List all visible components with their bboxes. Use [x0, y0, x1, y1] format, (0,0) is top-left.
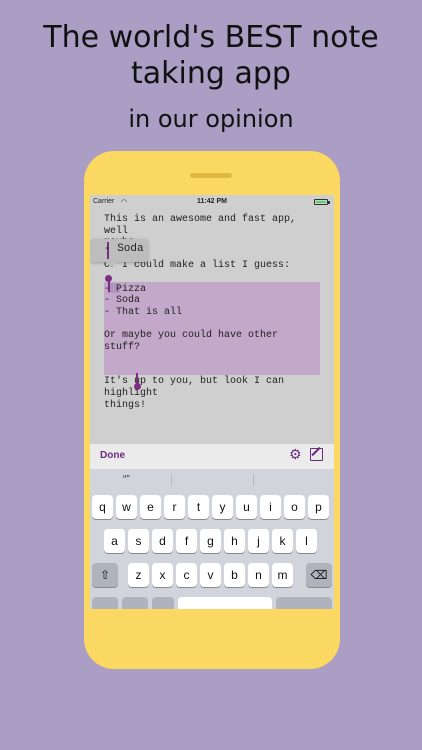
key-v[interactable]: v: [200, 563, 221, 587]
key-k[interactable]: k: [272, 529, 293, 553]
key-z[interactable]: z: [128, 563, 149, 587]
key-e[interactable]: e: [140, 495, 161, 519]
delete-key[interactable]: ⌫: [306, 563, 332, 587]
numbers-key[interactable]: [92, 597, 118, 609]
key-n[interactable]: n: [248, 563, 269, 587]
key-l[interactable]: l: [296, 529, 317, 553]
mic-key[interactable]: [152, 597, 174, 609]
note-line: - Pizza: [104, 283, 147, 295]
gear-icon[interactable]: ⚙: [289, 447, 302, 463]
key-i[interactable]: i: [260, 495, 281, 519]
phone-speaker: [190, 173, 232, 178]
done-button[interactable]: Done: [100, 450, 125, 461]
promo-headline-line1: The world's BEST note: [43, 20, 379, 55]
key-j[interactable]: j: [248, 529, 269, 553]
note-line: This is an awesome and fast app, well: [104, 214, 303, 237]
promo-headline-line2: taking app: [131, 56, 291, 91]
status-bar: Carrier ◠ 11:42 PM: [90, 195, 334, 209]
key-p[interactable]: p: [308, 495, 329, 519]
suggestion-divider: [171, 474, 172, 486]
key-q[interactable]: q: [92, 495, 113, 519]
key-a[interactable]: a: [104, 529, 125, 553]
key-m[interactable]: m: [272, 563, 293, 587]
promo-subheadline: in our opinion: [128, 105, 294, 133]
shift-key[interactable]: ⇧: [92, 563, 118, 587]
note-line: [104, 272, 320, 284]
key-h[interactable]: h: [224, 529, 245, 553]
key-f[interactable]: f: [176, 529, 197, 553]
key-r[interactable]: r: [164, 495, 185, 519]
key-u[interactable]: u: [236, 495, 257, 519]
phone-frame: Carrier ◠ 11:42 PM This is an awesome an…: [84, 151, 340, 669]
keyboard: “” q w e r t y u i o p a s d f g h j k l: [90, 469, 334, 609]
compose-icon[interactable]: [310, 448, 323, 461]
promo-headline: The world's BEST note taking app: [0, 20, 422, 92]
note-line: - Soda: [104, 295, 141, 307]
suggestion-item[interactable]: “”: [123, 474, 130, 485]
loupe-text: - Soda: [104, 243, 144, 255]
key-b[interactable]: b: [224, 563, 245, 587]
magnifier-loupe: - Soda: [90, 239, 148, 262]
key-t[interactable]: t: [188, 495, 209, 519]
editor-toolbar: Done ⚙: [90, 443, 334, 469]
note-line: - That is all: [104, 306, 183, 318]
note-line: things!: [104, 399, 147, 411]
note-line: [104, 318, 320, 330]
selection-start-bar[interactable]: [108, 279, 110, 292]
note-line: Or maybe you could have other stuff?: [104, 329, 285, 353]
note-line: Or I could make a list I guess:: [104, 260, 291, 272]
key-g[interactable]: g: [200, 529, 221, 553]
app-screen: Carrier ◠ 11:42 PM This is an awesome an…: [90, 195, 334, 609]
key-x[interactable]: x: [152, 563, 173, 587]
note-line: [104, 353, 320, 365]
status-time: 11:42 PM: [197, 198, 227, 205]
key-d[interactable]: d: [152, 529, 173, 553]
return-key[interactable]: [276, 597, 332, 609]
key-o[interactable]: o: [284, 495, 305, 519]
suggestion-bar: “”: [90, 469, 334, 491]
suggestion-divider: [253, 474, 254, 486]
key-c[interactable]: c: [176, 563, 197, 587]
selection-end-knob[interactable]: [134, 383, 141, 390]
space-key[interactable]: [178, 597, 272, 609]
loupe-pointer: [104, 261, 118, 267]
emoji-key[interactable]: [122, 597, 148, 609]
key-y[interactable]: y: [212, 495, 233, 519]
key-s[interactable]: s: [128, 529, 149, 553]
battery-icon: [314, 199, 330, 205]
key-w[interactable]: w: [116, 495, 137, 519]
